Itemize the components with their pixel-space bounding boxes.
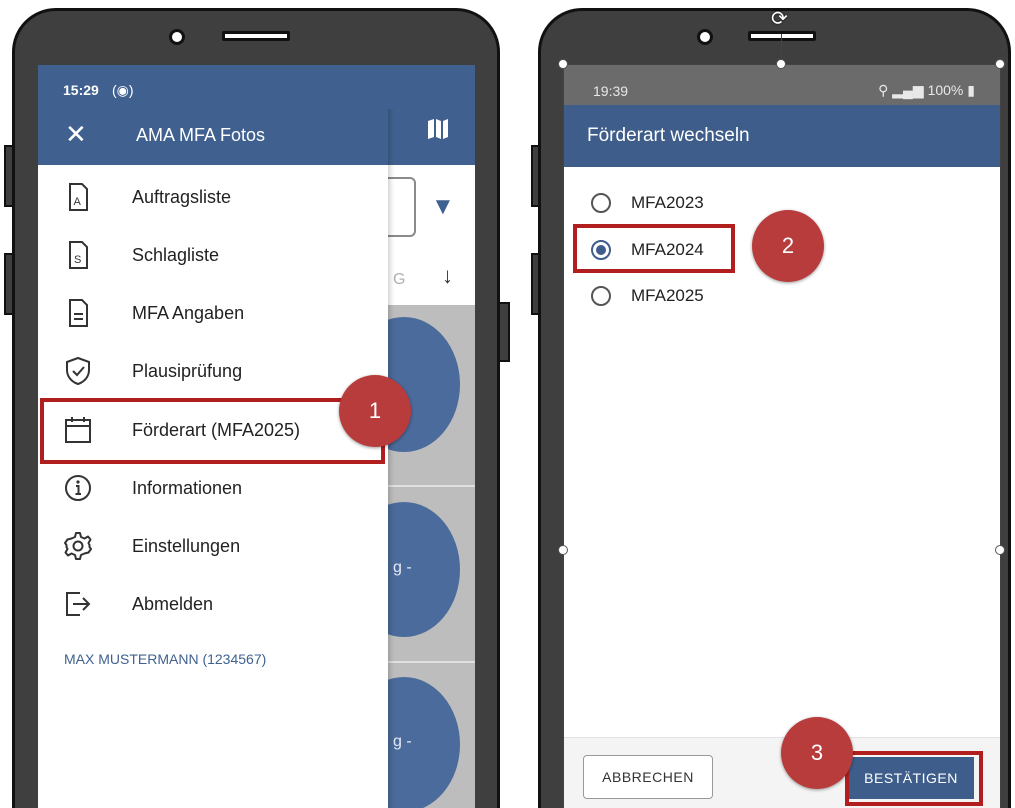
document-s-icon: S xyxy=(62,239,94,271)
resize-handle[interactable] xyxy=(776,59,786,69)
status-icons: ⚲ ▂▄▆ 100% ▮ xyxy=(878,82,975,99)
drawer-header: ✕ AMA MFA Fotos xyxy=(38,109,388,165)
highlight-box-step3 xyxy=(845,751,983,806)
drawer-title: AMA MFA Fotos xyxy=(136,125,266,145)
document-lines-icon xyxy=(62,297,94,329)
svg-text:A: A xyxy=(74,196,82,208)
rotate-icon[interactable]: ⟳ xyxy=(771,6,788,31)
list-card-fragment: g - xyxy=(393,559,412,576)
status-time: 15:29 xyxy=(63,82,99,98)
menu-item-label: Plausiprüfung xyxy=(132,360,243,381)
phone-speaker-left xyxy=(222,31,290,41)
logout-icon xyxy=(62,588,94,620)
menu-item-label: Informationen xyxy=(132,477,243,498)
phone-camera-right xyxy=(697,29,713,45)
menu-item-abmelden[interactable]: Abmelden xyxy=(38,575,388,633)
radio-label: MFA2025 xyxy=(631,286,704,305)
step-badge-3: 3 xyxy=(781,717,853,789)
list-separator xyxy=(388,485,475,487)
map-icon[interactable] xyxy=(426,117,450,148)
svg-text:S: S xyxy=(74,254,81,266)
radio-label: MFA2023 xyxy=(631,193,704,212)
status-bar: 19:39 ⚲ ▂▄▆ 100% ▮ xyxy=(563,65,1001,105)
step-badge-1: 1 xyxy=(339,375,411,447)
radio-button[interactable] xyxy=(591,193,611,213)
menu-item-label: Abmelden xyxy=(132,593,214,614)
phone-camera-left xyxy=(169,29,185,45)
dialog-title: Förderart wechseln xyxy=(587,125,750,146)
phone-speaker-right xyxy=(748,31,816,41)
step-badge-2: 2 xyxy=(752,210,824,282)
menu-item-einstellungen[interactable]: Einstellungen xyxy=(38,517,388,575)
menu-item-schlagliste[interactable]: S Schlagliste xyxy=(38,226,388,284)
menu-item-informationen[interactable]: Informationen xyxy=(38,459,388,517)
location-icon: ⚲ xyxy=(878,82,889,98)
selection-border-right xyxy=(1000,64,1001,808)
tutorial-canvas: ▼ G ↓ ⁝ g - g - 15:29 (◉) ⚲ ▂▄▆ 89 15:29 xyxy=(0,0,1015,808)
menu-item-label: Einstellungen xyxy=(132,535,241,556)
list-card-fragment: g - xyxy=(393,733,412,750)
document-a-icon: A xyxy=(62,181,94,213)
filter-icon[interactable]: ▼ xyxy=(431,193,455,221)
signal-icon: ▂▄▆ xyxy=(892,82,924,98)
selection-border-left xyxy=(563,64,564,808)
screen-record-icon: (◉) xyxy=(112,82,134,98)
menu-item-mfa-angaben[interactable]: MFA Angaben xyxy=(38,284,388,342)
menu-item-label: Schlagliste xyxy=(132,244,220,265)
status-time: 19:39 xyxy=(593,83,629,99)
highlight-box-step1 xyxy=(40,398,385,464)
resize-handle[interactable] xyxy=(558,545,568,555)
cancel-button[interactable]: ABBRECHEN xyxy=(583,755,713,799)
resize-handle[interactable] xyxy=(558,59,568,69)
right-screen: 19:39 ⚲ ▂▄▆ 100% ▮ Förderart wechseln MF… xyxy=(563,65,1001,808)
gear-icon xyxy=(62,530,94,562)
list-separator xyxy=(388,661,475,663)
drawer-status-area: 15:29 (◉) xyxy=(38,65,475,109)
radio-button[interactable] xyxy=(591,286,611,306)
shield-check-icon xyxy=(62,355,94,387)
resize-handle[interactable] xyxy=(995,545,1005,555)
phone-side-button xyxy=(498,302,510,362)
menu-item-label: Auftragsliste xyxy=(132,186,232,207)
sort-label-fragment: G xyxy=(393,271,406,288)
battery-level: 100% xyxy=(927,82,964,98)
resize-handle[interactable] xyxy=(995,59,1005,69)
menu-item-label: MFA Angaben xyxy=(132,302,245,323)
menu-item-plausipruefung[interactable]: Plausiprüfung xyxy=(38,342,388,400)
highlight-box-step2 xyxy=(573,224,735,273)
info-icon xyxy=(62,472,94,504)
radio-option-mfa2025[interactable]: MFA2025 xyxy=(591,279,704,313)
battery-icon: ▮ xyxy=(967,82,975,98)
user-info: MAX MUSTERMANN (1234567) xyxy=(64,651,267,667)
dialog-header: Förderart wechseln xyxy=(563,105,1001,167)
close-icon[interactable]: ✕ xyxy=(65,119,87,150)
sort-arrow-icon[interactable]: ↓ xyxy=(442,263,453,289)
radio-option-mfa2023[interactable]: MFA2023 xyxy=(591,186,704,220)
menu-item-auftragsliste[interactable]: A Auftragsliste xyxy=(38,168,388,226)
